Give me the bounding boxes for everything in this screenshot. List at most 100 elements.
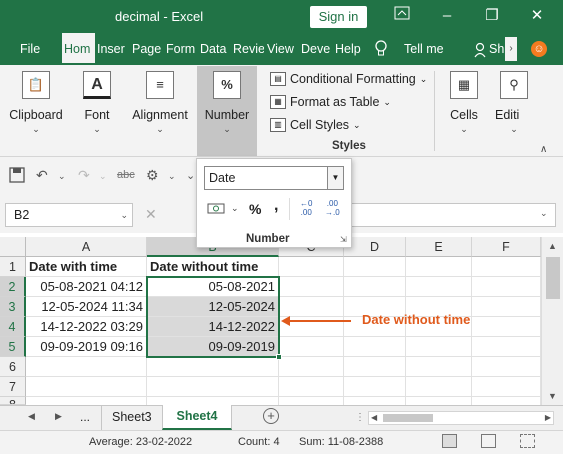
- restore-button[interactable]: ❐: [477, 4, 507, 28]
- column-header-e[interactable]: E: [406, 237, 472, 257]
- cell-b1[interactable]: Date without time: [147, 257, 279, 277]
- scroll-up-icon[interactable]: ▲: [548, 241, 557, 251]
- undo-icon[interactable]: ↶: [36, 167, 48, 184]
- redo-icon[interactable]: ↷: [78, 167, 90, 184]
- tab-data[interactable]: Data: [200, 33, 230, 65]
- tell-me-search[interactable]: Tell me: [404, 33, 450, 65]
- cell-b5[interactable]: 09-09-2019: [147, 337, 279, 357]
- macro-icon[interactable]: ⚙: [146, 167, 159, 184]
- tab-divider: [101, 406, 102, 430]
- row-header-6[interactable]: 6: [0, 357, 26, 377]
- strikethrough-icon[interactable]: abc: [117, 169, 135, 181]
- scroll-right-icon[interactable]: ▶: [545, 413, 551, 422]
- cell-a4[interactable]: 14-12-2022 03:29: [26, 317, 147, 337]
- alignment-group-button[interactable]: ≡ Alignment ⌄: [128, 71, 192, 135]
- row-header-1[interactable]: 1: [0, 257, 26, 277]
- tab-page-layout[interactable]: Page: [132, 33, 163, 65]
- column-header-d[interactable]: D: [344, 237, 406, 257]
- cell-styles-button[interactable]: ▥ Cell Styles ⌄: [270, 115, 361, 135]
- ribbon: 📋 Clipboard ⌄ A Font ⌄ ≡ Alignment ⌄ % N…: [0, 65, 563, 157]
- formula-input[interactable]: [330, 203, 556, 227]
- vertical-scrollbar[interactable]: ▲ ▼: [541, 237, 563, 405]
- cell-a3[interactable]: 12-05-2024 11:34: [26, 297, 147, 317]
- popup-divider: [289, 198, 290, 220]
- name-box[interactable]: B2 ⌄: [5, 203, 133, 227]
- cell-b3[interactable]: 12-05-2024: [147, 297, 279, 317]
- customize-toolbar-icon[interactable]: ⌄: [186, 169, 195, 182]
- next-sheet-icon[interactable]: ▶: [55, 411, 62, 422]
- sheet-tab-sheet4[interactable]: Sheet4: [162, 405, 232, 430]
- lightbulb-icon: [374, 40, 388, 61]
- status-count: Count: 4: [238, 436, 280, 448]
- tab-view[interactable]: View: [267, 33, 297, 65]
- cells-group-button[interactable]: ▦ Cells ⌄: [441, 71, 487, 135]
- tab-formulas[interactable]: Form: [166, 33, 197, 65]
- chevron-down-icon[interactable]: ⌄: [58, 171, 66, 182]
- tabs-scroll-right-icon[interactable]: ›: [505, 37, 517, 61]
- share-label[interactable]: Sh: [489, 33, 505, 65]
- editing-group-button[interactable]: ⚲ Editi ⌄: [495, 71, 533, 135]
- sheet-tab-sheet3[interactable]: Sheet3: [112, 410, 152, 424]
- scroll-down-icon[interactable]: ▼: [548, 391, 557, 401]
- tab-review[interactable]: Revie: [233, 33, 264, 65]
- tab-split-handle-icon[interactable]: ⋮: [355, 412, 365, 423]
- select-all-corner[interactable]: [0, 237, 26, 257]
- comma-style-button[interactable]: ,: [274, 197, 278, 215]
- cell-a5[interactable]: 09-09-2019 09:16: [26, 337, 147, 357]
- number-format-select[interactable]: Date ▼: [204, 166, 344, 190]
- row-header-7[interactable]: 7: [0, 377, 26, 397]
- save-icon[interactable]: [9, 167, 25, 186]
- number-group-button[interactable]: % Number ⌄: [197, 66, 257, 156]
- normal-view-icon[interactable]: [442, 434, 457, 448]
- chevron-down-icon[interactable]: ▼: [327, 167, 343, 189]
- tab-help[interactable]: Help: [335, 33, 365, 65]
- format-as-table-button[interactable]: ▦ Format as Table ⌄: [270, 92, 391, 112]
- conditional-formatting-button[interactable]: ▤ Conditional Formatting ⌄: [270, 69, 427, 89]
- tab-insert[interactable]: Inser: [97, 33, 128, 65]
- tab-file[interactable]: File: [20, 33, 50, 65]
- column-header-a[interactable]: A: [26, 237, 147, 257]
- page-break-view-icon[interactable]: [520, 434, 535, 448]
- chevron-down-icon[interactable]: ⌄: [231, 203, 239, 214]
- clipboard-group-button[interactable]: 📋 Clipboard ⌄: [6, 71, 66, 135]
- chevron-down-icon: ⌄: [353, 119, 361, 130]
- share-icon[interactable]: [474, 42, 488, 61]
- horizontal-scrollbar-thumb[interactable]: [383, 414, 433, 422]
- scrollbar-thumb[interactable]: [546, 257, 560, 299]
- font-group-button[interactable]: A Font ⌄: [74, 71, 120, 135]
- accounting-format-icon[interactable]: [207, 201, 227, 220]
- sign-in-button[interactable]: Sign in: [310, 6, 367, 28]
- expand-formula-bar-icon[interactable]: ⌄: [540, 208, 548, 219]
- dialog-launcher-icon[interactable]: ⇲: [340, 235, 347, 244]
- prev-sheet-icon[interactable]: ◀: [28, 411, 35, 422]
- row-header-5[interactable]: 5: [0, 337, 26, 357]
- increase-decimal-button[interactable]: ←0 .00: [300, 199, 312, 217]
- page-layout-view-icon[interactable]: [481, 434, 496, 448]
- cell-b2[interactable]: 05-08-2021: [147, 277, 279, 297]
- horizontal-scrollbar[interactable]: ◀ ▶: [368, 411, 554, 425]
- decrease-decimal-button[interactable]: .00 →.0: [325, 199, 340, 217]
- column-header-f[interactable]: F: [472, 237, 541, 257]
- row-header-3[interactable]: 3: [0, 297, 26, 317]
- row-header-2[interactable]: 2: [0, 277, 26, 297]
- fill-handle[interactable]: [276, 354, 282, 360]
- add-sheet-icon[interactable]: +: [263, 408, 279, 424]
- chevron-down-icon[interactable]: ⌄: [99, 171, 107, 182]
- tab-developer[interactable]: Deve: [301, 33, 332, 65]
- cell-a1[interactable]: Date with time: [26, 257, 147, 277]
- cell-b4[interactable]: 14-12-2022: [147, 317, 279, 337]
- cancel-entry-icon[interactable]: ✕: [145, 206, 157, 223]
- row-header-4[interactable]: 4: [0, 317, 26, 337]
- ribbon-display-icon[interactable]: [387, 4, 417, 28]
- minimize-button[interactable]: –: [432, 4, 462, 28]
- chevron-down-icon[interactable]: ⌄: [168, 171, 176, 182]
- more-sheets-button[interactable]: ...: [80, 410, 90, 424]
- feedback-smiley-icon[interactable]: ☺: [531, 41, 547, 57]
- close-button[interactable]: ✕: [522, 4, 552, 28]
- tab-home[interactable]: Hom: [62, 33, 95, 65]
- cell-a2[interactable]: 05-08-2021 04:12: [26, 277, 147, 297]
- collapse-ribbon-icon[interactable]: ∧: [540, 144, 547, 155]
- percent-style-button[interactable]: %: [249, 201, 261, 217]
- scroll-left-icon[interactable]: ◀: [371, 413, 377, 422]
- row-header-8[interactable]: 8: [0, 397, 26, 405]
